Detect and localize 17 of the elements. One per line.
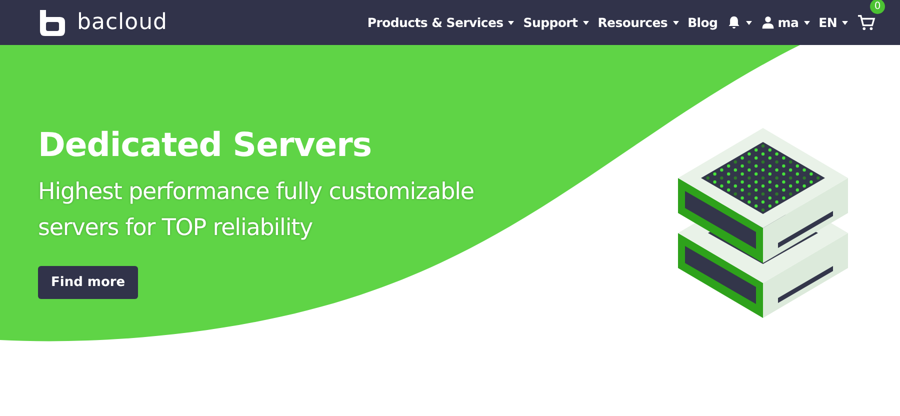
nav-link[interactable]: EN (818, 15, 848, 30)
bell-icon (726, 15, 741, 30)
account-menu[interactable]: ma (760, 15, 810, 30)
nav-link[interactable]: Blog (688, 15, 718, 30)
logo-text[interactable]: bacloud (77, 10, 168, 35)
cart-count-badge: 0 (870, 0, 885, 14)
cart-icon (857, 14, 876, 31)
nav-link[interactable]: Support (523, 15, 589, 30)
notifications-menu[interactable] (726, 15, 752, 30)
logo-icon (37, 8, 67, 38)
user-icon (760, 15, 775, 30)
nav-link[interactable]: Resources (598, 15, 679, 30)
find-more-button[interactable]: Find more (38, 266, 138, 299)
nav-link[interactable]: Products & Services (367, 15, 514, 30)
hero-title: Dedicated Servers (38, 125, 373, 164)
cart-button[interactable] (857, 14, 876, 31)
hero-subtitle: Highest performance fully customizable servers for TOP reliability (38, 178, 475, 243)
